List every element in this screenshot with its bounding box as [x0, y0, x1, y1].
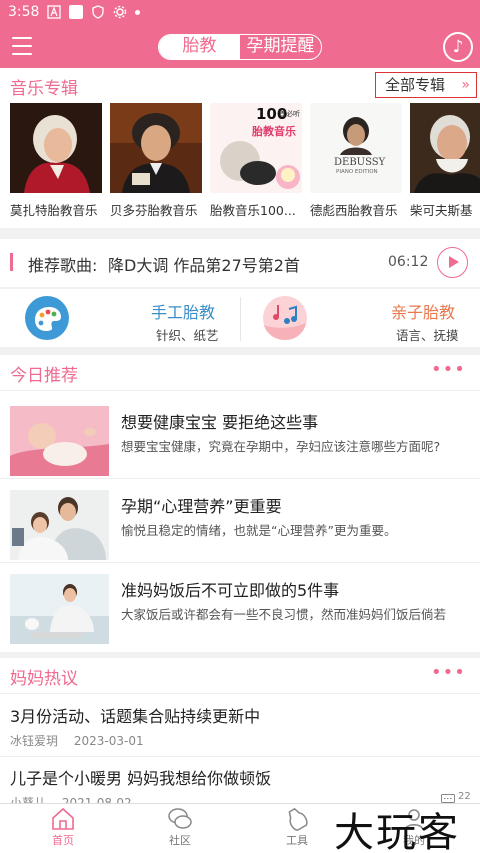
article-title: 孕期“心理营养”更重要 [121, 497, 282, 516]
home-icon [50, 806, 76, 832]
post-author: 冰钰爱玥 [10, 734, 59, 748]
forum-post[interactable]: 3月份活动、话题集合贴持续更新中 冰钰爱玥 2023-03-01 [0, 695, 480, 757]
album-item-100[interactable]: 100 首必听 胎教音乐 胎教音乐100... [210, 103, 302, 219]
tab-tools[interactable]: 工具 [267, 806, 327, 848]
category-divider [240, 297, 241, 341]
chat-icon [167, 806, 193, 832]
site-watermark: 大玩客 [334, 810, 460, 853]
music-album-section: 音乐专辑 全部专辑 » 莫扎特胎教音乐 贝多芬胎教音乐 100 首必听 胎教音乐… [0, 68, 480, 228]
album-caption: 柴可夫斯基 [410, 203, 473, 218]
album-item-beethoven[interactable]: 贝多芬胎教音乐 [110, 103, 202, 219]
album-item-mozart[interactable]: 莫扎特胎教音乐 [10, 103, 102, 219]
album-item-tchaikovsky[interactable]: 柴可夫斯基 [410, 103, 480, 219]
album-caption: 胎教音乐100... [210, 203, 296, 218]
more-icon[interactable]: ••• [431, 662, 466, 683]
album-cover-debussy: DEBUSSY PIANO EDITION [310, 103, 402, 193]
tab-label: 首页 [52, 834, 74, 847]
article-title: 想要健康宝宝 要拒绝这些事 [121, 413, 319, 432]
album-caption: 贝多芬胎教音乐 [110, 203, 198, 218]
article-desc: 愉悦且稳定的情绪，也就是“心理营养”更为重要。 [121, 523, 397, 538]
shield-icon [91, 5, 105, 19]
recommended-song-bar[interactable]: 推荐歌曲: 降D大调 作品第27号第2首 06:12 [0, 239, 480, 287]
palette-icon [24, 295, 70, 345]
section-title-albums: 音乐专辑 [10, 79, 78, 99]
post-title: 3月份活动、话题集合贴持续更新中 [10, 707, 261, 726]
section-header: 妈妈热议 ••• [0, 658, 480, 694]
status-dot-icon [135, 9, 141, 15]
section-title-hot: 妈妈热议 [10, 669, 78, 689]
post-meta: 冰钰爱玥 2023-03-01 [10, 732, 156, 749]
song-label: 推荐歌曲: [28, 256, 98, 275]
section-header: 今日推荐 ••• [0, 355, 480, 391]
tab-label: 工具 [286, 834, 308, 847]
article-desc: 大家饭后或许都会有一些不良习惯，然而准妈妈们饭后倘若 [121, 607, 447, 622]
cover-text-piano: PIANO EDITION [336, 169, 378, 175]
cover-text-debussy: DEBUSSY [334, 157, 386, 168]
album-caption: 莫扎特胎教音乐 [10, 203, 98, 218]
app-notification-icon [69, 5, 84, 19]
cover-text-title: 胎教音乐 [252, 125, 296, 138]
album-caption: 德彪西胎教音乐 [310, 203, 398, 218]
song-duration: 06:12 [388, 254, 429, 270]
post-title: 儿子是个小暖男 妈妈我想给你做顿饭 [10, 769, 272, 788]
section-title-recommend: 今日推荐 [10, 366, 78, 386]
tab-pregnancy-reminder[interactable]: 孕期提醒 [240, 35, 321, 59]
all-albums-label: 全部专辑 [385, 76, 446, 94]
article-title: 准妈妈饭后不可立即做的5件事 [121, 581, 340, 600]
tab-community[interactable]: 社区 [150, 806, 210, 848]
double-chevron-right-icon: » [461, 77, 470, 93]
category-subtitle: 针织、纸艺 [156, 328, 219, 343]
album-cover-beethoven [110, 103, 202, 193]
category-section: 手工胎教 针织、纸艺 亲子胎教 语言、抚摸 [0, 289, 480, 347]
song-title: 降D大调 作品第27号第2首 [108, 256, 300, 275]
article-desc: 想要宝宝健康，究竟在孕期中，孕妇应该注意哪些方面呢? [121, 439, 441, 454]
menu-icon[interactable] [12, 37, 32, 55]
more-icon[interactable]: ••• [431, 359, 466, 380]
tab-home[interactable]: 首页 [33, 806, 93, 848]
category-title: 亲子胎教 [391, 303, 456, 322]
notification-a-icon [47, 5, 62, 19]
play-icon[interactable] [437, 247, 468, 278]
album-cover-mozart [10, 103, 102, 193]
article-thumbnail [10, 574, 109, 644]
all-albums-button[interactable]: 全部专辑 » [375, 72, 477, 98]
song-accent-bar [10, 253, 13, 271]
header-tab-switch: 胎教 孕期提醒 [158, 34, 322, 60]
article-thumbnail [10, 406, 109, 476]
tab-label: 社区 [169, 834, 191, 847]
music-note-icon[interactable]: ♪ [443, 32, 473, 62]
post-date: 2023-03-01 [73, 734, 144, 748]
mom-hot-topics-section: 妈妈热议 ••• 3月份活动、话题集合贴持续更新中 冰钰爱玥 2023-03-0… [0, 658, 480, 810]
music-notes-icon [262, 295, 308, 345]
bottle-icon [284, 806, 310, 832]
article-item[interactable]: 准妈妈饭后不可立即做的5件事 大家饭后或许都会有一些不良习惯，然而准妈妈们饭后倘… [0, 565, 480, 647]
tab-prenatal-education[interactable]: 胎教 [159, 35, 240, 59]
album-cover-tchaikovsky [410, 103, 480, 193]
article-thumbnail [10, 490, 109, 560]
article-item[interactable]: 孕期“心理营养”更重要 愉悦且稳定的情绪，也就是“心理营养”更为重要。 [0, 481, 480, 563]
album-cover-100: 100 首必听 胎教音乐 [210, 103, 302, 193]
album-item-debussy[interactable]: DEBUSSY PIANO EDITION 德彪西胎教音乐 [310, 103, 402, 219]
cover-text-sub: 首必听 [279, 110, 300, 118]
top-bar: 胎教 孕期提醒 ♪ [0, 24, 480, 68]
category-subtitle: 语言、抚摸 [396, 328, 459, 343]
today-recommend-section: 今日推荐 ••• 想要健康宝宝 要拒绝这些事 想要宝宝健康，究竟在孕期中，孕妇应… [0, 355, 480, 652]
category-title: 手工胎教 [151, 303, 216, 322]
album-list: 莫扎特胎教音乐 贝多芬胎教音乐 100 首必听 胎教音乐 胎教音乐100... … [0, 103, 480, 223]
gear-icon [113, 5, 127, 19]
article-item[interactable]: 想要健康宝宝 要拒绝这些事 想要宝宝健康，究竟在孕期中，孕妇应该注意哪些方面呢? [0, 397, 480, 479]
status-time: 3:58 [8, 4, 40, 20]
status-bar: 3:58 [0, 0, 480, 24]
